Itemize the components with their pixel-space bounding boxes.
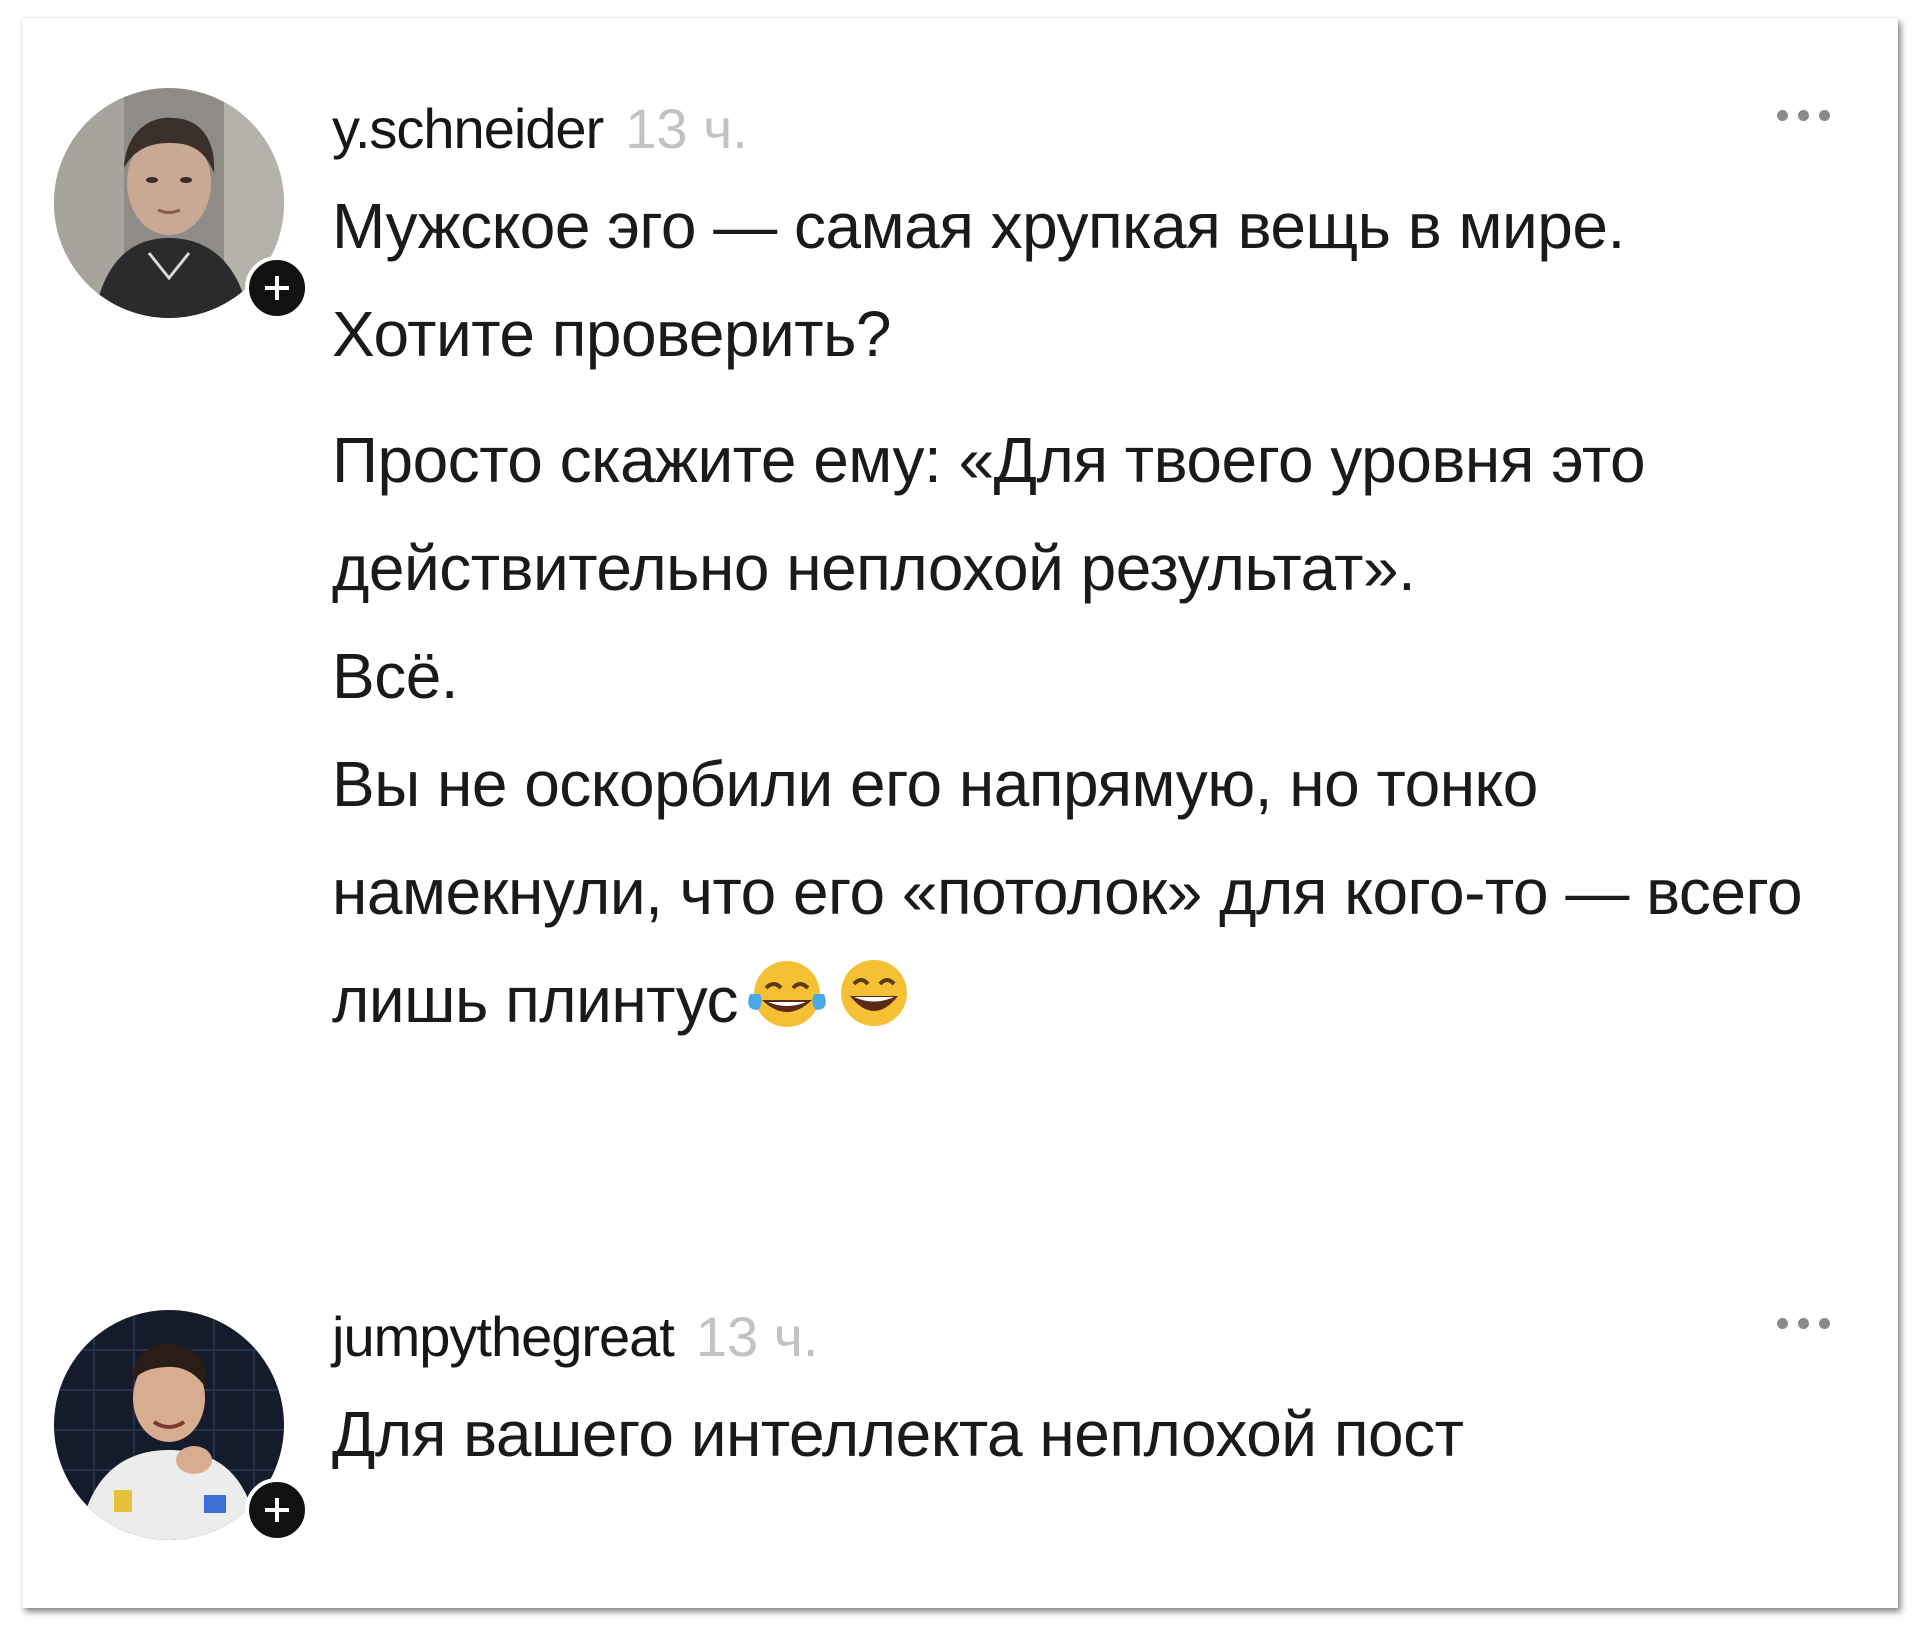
comment-meta: y.schneider 13 ч. (332, 88, 1838, 168)
comment-paragraph-with-emoji: Вы не оскорбили его напрямую, но тонко н… (332, 730, 1838, 1054)
grinning-squinting-emoji (840, 960, 907, 1026)
more-dots-icon (1777, 110, 1788, 121)
comment-paragraph: Вы не оскорбили его напрямую, но тонко н… (332, 748, 1803, 1036)
tears-of-joy-emoji (748, 961, 826, 1027)
avatar-container[interactable] (54, 88, 309, 320)
comment-paragraph: Мужское эго — самая хрупкая вещь в мире.… (332, 190, 1625, 370)
follow-button[interactable] (245, 256, 309, 320)
more-dots-icon (1798, 1318, 1809, 1329)
comment-content: y.schneider 13 ч. Мужское эго — самая хр… (332, 88, 1838, 1054)
comment-paragraph: Всё. (332, 640, 459, 712)
more-dots-icon (1798, 110, 1809, 121)
more-dots-icon (1819, 1318, 1830, 1329)
follow-button[interactable] (245, 1478, 309, 1542)
more-options-button[interactable] (1777, 1318, 1830, 1329)
timestamp: 13 ч. (695, 1304, 819, 1368)
more-options-button[interactable] (1777, 110, 1830, 121)
username[interactable]: y.schneider (332, 96, 604, 161)
comment-paragraph: Просто скажите ему: «Для твоего уровня э… (332, 424, 1646, 604)
comment-meta: jumpythegreat 13 ч. (332, 1296, 1838, 1376)
avatar-container[interactable] (54, 1310, 309, 1542)
timestamp: 13 ч. (625, 96, 748, 160)
comments-card: y.schneider 13 ч. Мужское эго — самая хр… (22, 18, 1898, 1608)
plus-icon (265, 1498, 289, 1522)
comment-content: jumpythegreat 13 ч. Для вашего интеллект… (332, 1296, 1838, 1488)
username[interactable]: jumpythegreat (332, 1304, 675, 1369)
comment-paragraph: Для вашего интеллекта неплохой пост (332, 1398, 1464, 1470)
comment-text: Для вашего интеллекта неплохой пост (332, 1380, 1838, 1488)
more-dots-icon (1777, 1318, 1788, 1329)
comment-text: Мужское эго — самая хрупкая вещь в мире.… (332, 172, 1838, 1054)
plus-icon (265, 276, 289, 300)
more-dots-icon (1819, 110, 1830, 121)
